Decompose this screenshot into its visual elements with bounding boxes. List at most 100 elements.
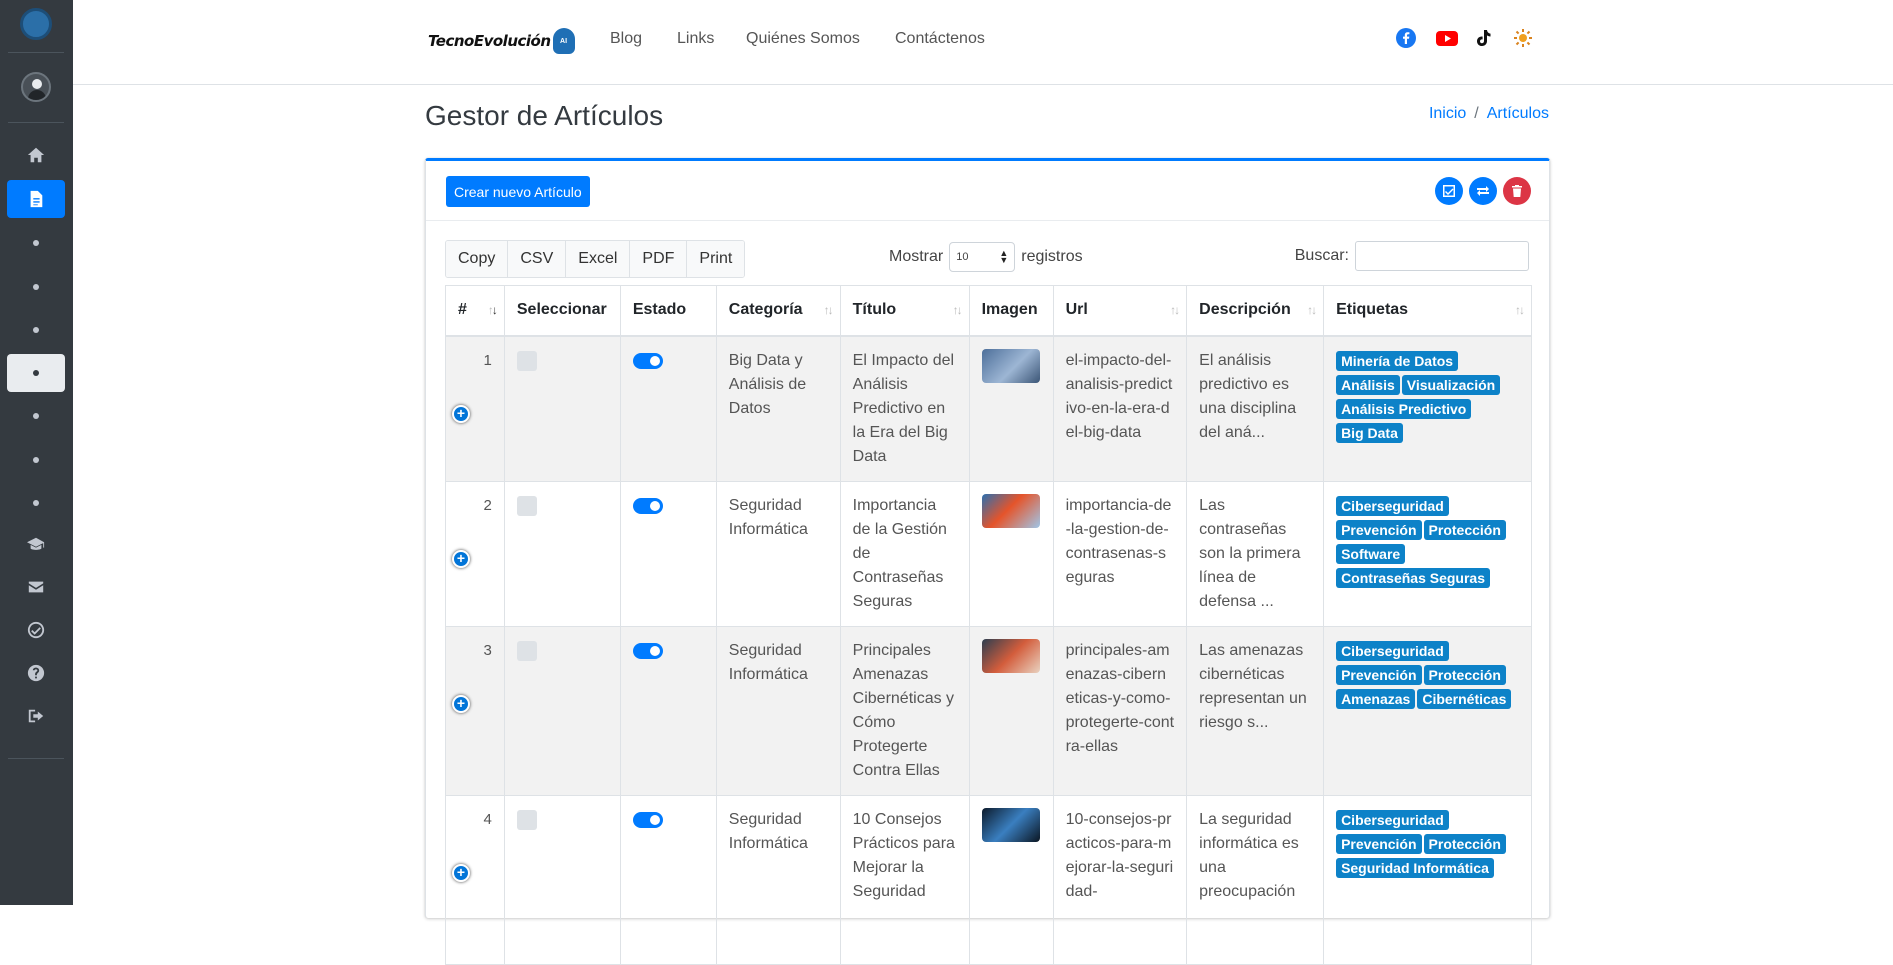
trash-icon: [1512, 185, 1522, 197]
status-cell: [619, 480, 717, 627]
dot-icon: [33, 457, 39, 463]
column-label: Seleccionar: [516, 301, 607, 319]
youtube-icon[interactable]: [1435, 28, 1459, 48]
article-thumbnail[interactable]: [981, 348, 1040, 383]
tags-cell: Ciberseguridad Prevención Protección Ame…: [1323, 625, 1532, 796]
article-thumbnail[interactable]: [981, 638, 1040, 673]
tag-badge: Análisis Predictivo: [1336, 398, 1472, 419]
envelope-icon[interactable]: [7, 568, 65, 606]
category-cell: Seguridad Informática: [715, 794, 841, 965]
sidebar-dot-3[interactable]: [7, 311, 65, 349]
sun-icon[interactable]: [1513, 28, 1533, 48]
tag-badge: Prevención: [1336, 833, 1422, 854]
dot-icon: [33, 327, 39, 333]
column-header-tags[interactable]: Etiquetas ↑↓: [1323, 285, 1532, 337]
sidebar-dot-6[interactable]: [7, 441, 65, 479]
row-checkbox[interactable]: [516, 640, 537, 661]
description-cell: Las contraseñas son la primera línea de …: [1186, 480, 1325, 627]
length-prefix: Mostrar: [889, 248, 944, 265]
nav-quienes-somos[interactable]: Quiénes Somos: [746, 30, 860, 48]
expand-row-icon[interactable]: +: [452, 404, 470, 423]
select-all-button[interactable]: [1435, 177, 1463, 205]
home-icon[interactable]: [7, 136, 65, 174]
table-row: 2 + Seguridad Informática Importancia de …: [445, 480, 1532, 627]
column-label: Estado: [632, 301, 687, 319]
excel-button[interactable]: Excel: [566, 241, 631, 277]
status-toggle[interactable]: [632, 642, 663, 659]
page-length-select[interactable]: 10 ▲ ▼: [949, 242, 1016, 272]
expand-row-icon[interactable]: +: [452, 694, 470, 713]
articles-icon[interactable]: [7, 180, 65, 218]
url-cell: el-impacto-del-analisis-predictivo-en-la…: [1052, 335, 1188, 482]
sidebar-dot-7[interactable]: [7, 484, 65, 522]
status-toggle[interactable]: [632, 352, 663, 369]
article-thumbnail[interactable]: [981, 493, 1040, 528]
sort-icon: ↑↓: [1307, 303, 1317, 317]
breadcrumb-home[interactable]: Inicio: [1429, 105, 1466, 123]
column-label: Url: [1065, 301, 1088, 319]
column-header-title[interactable]: Título ↑↓: [839, 285, 970, 337]
status-toggle[interactable]: [632, 497, 663, 514]
select-cell: [503, 480, 621, 627]
nav-blog[interactable]: Blog: [610, 30, 642, 48]
pdf-button[interactable]: PDF: [630, 241, 688, 277]
expand-row-icon[interactable]: +: [452, 549, 470, 568]
toggle-status-button[interactable]: [1469, 177, 1497, 205]
tiktok-icon[interactable]: [1473, 28, 1493, 48]
row-checkbox[interactable]: [516, 350, 537, 371]
avatar[interactable]: [21, 72, 51, 102]
column-header-status: Estado: [619, 285, 717, 337]
image-cell: [968, 335, 1054, 482]
question-circle-icon[interactable]: [7, 654, 65, 692]
image-cell: [968, 794, 1054, 965]
tags-cell: Ciberseguridad Prevención Protección Seg…: [1323, 794, 1532, 965]
sidebar-dot-2[interactable]: [7, 268, 65, 306]
app-logo-icon[interactable]: [20, 8, 52, 40]
check-square-icon: [1443, 185, 1455, 197]
column-header-description[interactable]: Descripción ↑↓: [1186, 285, 1325, 337]
column-header-url[interactable]: Url ↑↓: [1052, 285, 1188, 337]
sidebar-dot-5[interactable]: [7, 397, 65, 435]
column-header-category[interactable]: Categoría ↑↓: [715, 285, 841, 337]
row-number: 4: [483, 810, 492, 828]
csv-button[interactable]: CSV: [508, 241, 567, 277]
row-checkbox[interactable]: [516, 495, 537, 516]
tag-badge: Protección: [1423, 519, 1506, 540]
url-text: importancia-de-la-gestion-de-contrasenas…: [1065, 496, 1172, 586]
graduation-cap-icon[interactable]: [7, 525, 65, 563]
row-checkbox[interactable]: [516, 809, 537, 830]
nav-contactenos[interactable]: Contáctenos: [895, 30, 985, 48]
tags-cell: Ciberseguridad Prevención Protección Sof…: [1323, 480, 1532, 627]
brand-ai-badge: AI: [552, 28, 575, 54]
create-article-button[interactable]: Crear nuevo Artículo: [446, 176, 590, 207]
search-input[interactable]: [1355, 241, 1529, 271]
row-number: 1: [483, 351, 492, 369]
table-row: 3 + Seguridad Informática Principales Ame…: [445, 625, 1532, 796]
dot-icon: [33, 240, 39, 246]
breadcrumb-separator: /: [1474, 105, 1479, 122]
column-header-num[interactable]: # ↑↓: [445, 285, 505, 337]
nav-links[interactable]: Links: [677, 30, 714, 48]
status-cell: [619, 794, 717, 965]
check-circle-icon[interactable]: [7, 611, 65, 649]
divider: [8, 758, 64, 759]
title-cell: 10 Consejos Prácticos para Mejorar la Se…: [839, 794, 970, 965]
brand-logo[interactable]: TecnoEvolución AI: [428, 28, 575, 54]
tag-badge: Visualización: [1401, 374, 1501, 395]
sidebar: [0, 0, 73, 905]
sort-icon: ↑↓: [952, 303, 963, 317]
sidebar-dot-1[interactable]: [7, 224, 65, 262]
logout-icon[interactable]: [7, 697, 65, 735]
delete-selected-button[interactable]: [1503, 177, 1531, 205]
url-text: el-impacto-del-analisis-predictivo-en-la…: [1065, 351, 1173, 441]
print-button[interactable]: Print: [687, 241, 745, 277]
select-arrows-icon: ▲ ▼: [999, 248, 1009, 265]
sidebar-dot-4[interactable]: [7, 354, 65, 392]
dot-icon: [33, 413, 39, 419]
article-thumbnail[interactable]: [981, 807, 1040, 842]
expand-row-icon[interactable]: +: [452, 863, 470, 882]
breadcrumb-current[interactable]: Artículos: [1487, 105, 1549, 123]
copy-button[interactable]: Copy: [446, 241, 509, 277]
facebook-icon[interactable]: [1396, 28, 1416, 48]
status-toggle[interactable]: [632, 811, 663, 828]
